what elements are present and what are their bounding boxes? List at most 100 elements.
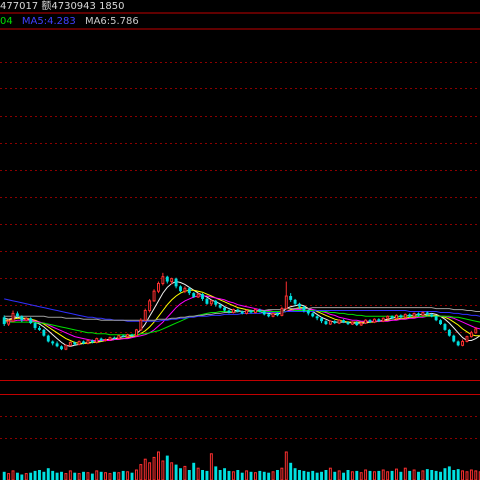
candle-body-down	[452, 335, 456, 342]
candle-body-down	[179, 286, 182, 292]
candle-body-down	[29, 318, 33, 324]
candle-body-down	[315, 316, 319, 319]
candle-body-down	[165, 276, 169, 282]
candle-body-up	[372, 318, 376, 323]
volume-bar-down	[218, 470, 222, 480]
volume-bar-down	[306, 471, 310, 480]
volume-bar-down	[223, 468, 227, 480]
volume-bar-up	[337, 470, 341, 480]
volume-bar-up	[11, 470, 15, 480]
candle-body-up	[11, 312, 15, 322]
volume-bar-up	[152, 456, 156, 480]
volume-bar-down	[240, 472, 244, 480]
candle-body-up	[465, 336, 469, 342]
volume-bar-down	[315, 472, 319, 480]
candle-body-down	[456, 341, 460, 346]
volume-bar-up	[95, 470, 99, 480]
candle-body-down	[2, 317, 6, 325]
volume-bar-down	[99, 471, 103, 480]
candle-body-down	[342, 320, 346, 323]
volume-bar-down	[342, 472, 346, 480]
volume-bar-up	[421, 470, 425, 480]
volume-bar-down	[38, 470, 41, 480]
candle-body-up	[152, 290, 156, 302]
candle-body-up	[24, 317, 28, 321]
volume-bar-down	[165, 455, 169, 480]
candle-body-up	[170, 278, 174, 283]
volume-bar-down	[298, 470, 301, 480]
volume-bar-up	[157, 451, 160, 480]
volume-bar-up	[469, 469, 473, 480]
candle-body-up	[231, 309, 235, 313]
volume-bar-up	[461, 470, 465, 480]
volume-bar-down	[121, 470, 125, 480]
volume-bar-up	[386, 471, 390, 480]
candle-body-up	[86, 340, 90, 344]
candle-body-up	[148, 300, 152, 312]
candle-body-down	[399, 315, 403, 318]
candle-body-down	[447, 329, 451, 336]
volume-bar-down	[192, 462, 196, 480]
volume-bar-down	[179, 468, 182, 480]
candle-body-up	[68, 341, 72, 346]
volume-bar-up	[209, 453, 213, 480]
volume-bar-down	[29, 472, 33, 480]
candle-body-down	[15, 313, 19, 317]
candle-body-down	[249, 310, 253, 313]
candle-body-up	[364, 319, 368, 324]
candle-body-down	[430, 314, 434, 317]
volume-bar-up	[134, 469, 138, 480]
volume-bar-up	[104, 472, 108, 480]
candle-body-down	[298, 303, 301, 307]
volume-bar-up	[108, 473, 112, 480]
volume-bar-up	[350, 471, 354, 480]
candle-body-down	[121, 335, 125, 337]
volume-bar-down	[130, 472, 134, 480]
volume-bar-down	[82, 471, 85, 480]
candle-body-down	[408, 314, 412, 317]
volume-bar-up	[245, 470, 249, 480]
candle-body-down	[20, 316, 24, 321]
candle-body-up	[196, 293, 200, 298]
candle-body-up	[253, 309, 257, 313]
candle-body-up	[157, 282, 160, 292]
candle-body-down	[434, 316, 438, 321]
volume-bar-up	[68, 470, 72, 480]
volume-bar-up	[231, 471, 235, 480]
candle-body-down	[346, 322, 350, 325]
candle-body-down	[311, 313, 315, 317]
candle-body-down	[192, 293, 196, 297]
volume-bar-up	[196, 467, 200, 480]
volume-bar-up	[403, 467, 407, 480]
candle-body-down	[417, 313, 420, 316]
candle-body-up	[403, 313, 407, 318]
candle-body-up	[126, 334, 130, 338]
volume-bar-down	[187, 470, 191, 480]
volume-bar-up	[271, 471, 275, 480]
candle-body-down	[42, 329, 46, 336]
candle-body-up	[461, 340, 465, 346]
volume-bar-down	[201, 470, 204, 480]
volume-bar-up	[395, 468, 398, 480]
candle-body-down	[276, 313, 279, 316]
volume-bar-up	[24, 473, 28, 480]
volume-bar-down	[214, 466, 218, 480]
candlestick-plot[interactable]	[0, 0, 480, 480]
volume-bar-down	[20, 474, 24, 480]
candle-body-up	[421, 311, 425, 316]
volume-bar-down	[425, 469, 429, 480]
candle-body-down	[306, 310, 310, 314]
candle-body-up	[161, 276, 165, 284]
candle-body-up	[183, 287, 187, 292]
volume-bar-up	[183, 465, 187, 480]
candle-body-up	[359, 322, 363, 326]
volume-bar-up	[359, 472, 363, 480]
volume-bar-down	[249, 471, 253, 480]
volume-bar-up	[77, 473, 81, 480]
candle-body-down	[355, 322, 359, 326]
candle-body-up	[117, 335, 121, 340]
volume-bar-down	[430, 470, 434, 480]
volume-bar-down	[368, 470, 372, 480]
candle-body-up	[134, 329, 138, 337]
candle-body-down	[425, 312, 429, 315]
